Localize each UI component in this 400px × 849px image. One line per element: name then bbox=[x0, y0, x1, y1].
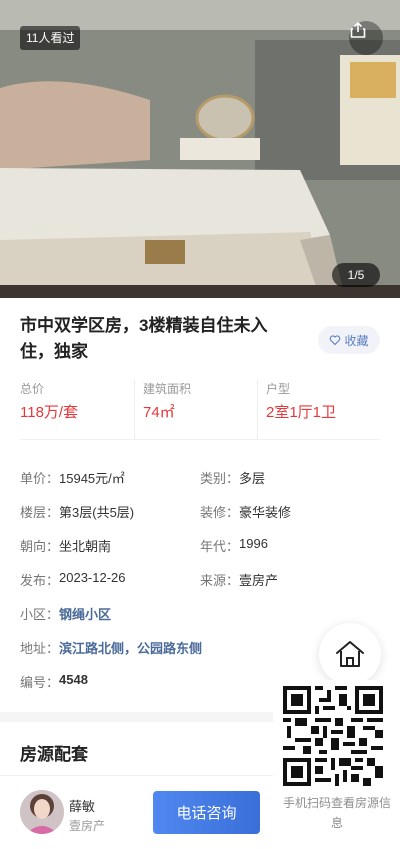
qr-code-icon bbox=[283, 686, 383, 786]
agent-company: 壹房产 bbox=[69, 819, 106, 833]
detail-value: 15945元/㎡ bbox=[59, 470, 125, 486]
detail-value: 壹房产 bbox=[239, 572, 279, 588]
qr-panel: 手机扫码查看房源信息 bbox=[273, 680, 400, 849]
detail-community: 小区： 钢绳小区 bbox=[20, 604, 200, 623]
detail-key: 地址： bbox=[20, 640, 60, 656]
detail-value: 4548 bbox=[59, 671, 88, 687]
call-button[interactable]: 电话咨询 bbox=[153, 791, 260, 834]
stat-total-price: 总价 118万/套 bbox=[20, 380, 134, 439]
detail-key: 小区： bbox=[20, 606, 60, 622]
home-button[interactable] bbox=[319, 623, 381, 685]
favorite-button[interactable]: 收藏 bbox=[318, 326, 380, 354]
stat-value: 118万/套 bbox=[20, 404, 79, 421]
viewed-count-badge: 11人看过 bbox=[20, 26, 81, 50]
key-stats: 总价 118万/套 建筑面积 74㎡ 户型 2室1厅1卫 bbox=[20, 380, 380, 440]
detail-key: 装修： bbox=[200, 504, 240, 520]
stat-layout: 户型 2室1厅1卫 bbox=[257, 380, 380, 439]
share-button[interactable] bbox=[349, 21, 383, 55]
facilities-title: 房源配套 bbox=[20, 745, 88, 764]
detail-floor: 楼层： 第3层(共5层) bbox=[20, 502, 200, 521]
favorite-label: 收藏 bbox=[344, 333, 369, 348]
detail-key: 年代： bbox=[200, 538, 240, 554]
listing-photo[interactable]: 11人看过 1/5 bbox=[0, 0, 400, 298]
stat-value: 74㎡ bbox=[143, 404, 175, 421]
home-icon bbox=[336, 641, 364, 667]
agent-name: 薛敏 bbox=[69, 799, 96, 814]
detail-category: 类别： 多层 bbox=[200, 468, 380, 487]
detail-value: 2023-12-26 bbox=[59, 569, 126, 585]
detail-year: 年代： 1996 bbox=[200, 536, 380, 555]
share-icon bbox=[350, 21, 366, 38]
detail-key: 类别： bbox=[200, 470, 240, 486]
detail-value: 第3层(共5层) bbox=[59, 504, 135, 520]
detail-key: 朝向： bbox=[20, 538, 60, 554]
stat-label: 建筑面积 bbox=[143, 382, 192, 396]
stat-area: 建筑面积 74㎡ bbox=[134, 380, 257, 439]
detail-key: 来源： bbox=[200, 572, 240, 588]
agent-bar: 薛敏 壹房产 电话咨询 bbox=[0, 775, 273, 849]
agent-avatar[interactable] bbox=[20, 790, 64, 834]
address-link[interactable]: 滨江路北侧，公园路东侧 bbox=[59, 638, 202, 657]
stat-label: 总价 bbox=[20, 382, 45, 396]
detail-address: 地址： 滨江路北侧，公园路东侧 bbox=[20, 638, 320, 657]
community-link[interactable]: 钢绳小区 bbox=[59, 604, 111, 623]
detail-source: 来源： 壹房产 bbox=[200, 570, 380, 589]
detail-value: 豪华装修 bbox=[239, 504, 292, 520]
stat-value: 2室1厅1卫 bbox=[266, 404, 337, 421]
detail-unit-price: 单价： 15945元/㎡ bbox=[20, 468, 200, 487]
listing-title: 市中双学区房，3楼精装自住未入住，独家 bbox=[20, 316, 268, 361]
detail-value: 多层 bbox=[239, 470, 266, 486]
detail-code: 编号： 4548 bbox=[20, 672, 200, 691]
stat-label: 户型 bbox=[266, 382, 291, 396]
heart-icon bbox=[330, 335, 341, 346]
detail-orientation: 朝向： 坐北朝南 bbox=[20, 536, 200, 555]
detail-key: 编号： bbox=[20, 674, 60, 690]
detail-decoration: 装修： 豪华装修 bbox=[200, 502, 380, 521]
detail-key: 单价： bbox=[20, 470, 60, 486]
detail-key: 楼层： bbox=[20, 504, 60, 520]
detail-value: 1996 bbox=[239, 535, 268, 551]
qr-caption: 手机扫码查看房源信息 bbox=[282, 796, 391, 830]
detail-published: 发布： 2023-12-26 bbox=[20, 570, 200, 589]
detail-value: 坐北朝南 bbox=[59, 538, 112, 554]
detail-key: 发布： bbox=[20, 572, 60, 588]
photo-counter: 1/5 bbox=[332, 263, 380, 287]
avatar-icon bbox=[20, 790, 64, 834]
